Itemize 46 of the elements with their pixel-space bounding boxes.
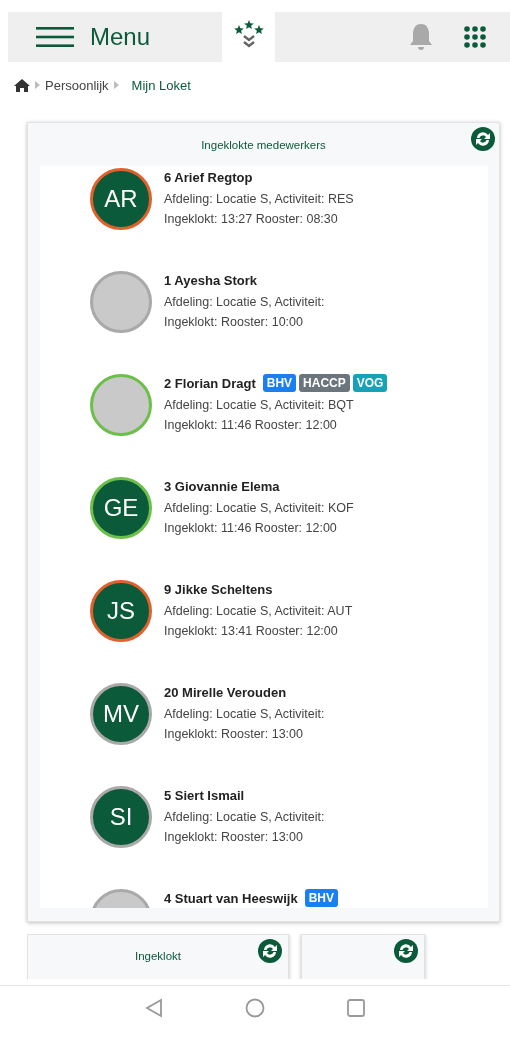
clock-times-text: Ingeklokt: 11:46 Rooster: 12:00 [164,418,338,432]
employee-name: 1 Ayesha Stork [164,272,257,288]
employee-name: 3 Giovannie Elema [164,478,280,494]
menu-button[interactable]: Menu [36,23,151,51]
avatar: MV [90,683,152,745]
back-icon[interactable] [145,998,163,1018]
avatar: GE [90,477,152,539]
employee-name: 6 Arief Regtop [164,169,253,185]
tag-badge: BHV [262,374,297,392]
employee-name: 4 Stuart van Heeswijk [164,890,298,906]
employee-name: 9 Jikke Scheltens [164,581,273,597]
tag-badge: HACCP [299,374,350,392]
breadcrumb-link[interactable]: Persoonlijk [45,77,109,93]
clock-times-text: Ingeklokt: Rooster: 13:00 [164,830,304,844]
apps-grid-icon[interactable] [464,26,486,48]
refresh-icon[interactable] [258,939,282,963]
department-text: Afdeling: Locatie S, Activiteit: AUT [164,604,353,618]
recents-icon[interactable] [347,999,365,1017]
department-text: Afdeling: Locatie S, Activiteit: RES [164,192,354,206]
department-text: Afdeling: Locatie S, Activiteit: BQT [164,398,355,412]
avatar: AR [90,168,152,230]
clock-times-text: Ingeklokt: 11:46 Rooster: 12:00 [164,521,338,535]
separator-icon [35,81,40,89]
panel-title: Ingeklokt [135,950,181,962]
home-icon[interactable] [14,78,30,92]
employee-name: 20 Mirelle Verouden [164,684,287,700]
tag-badge: BHV [304,889,338,907]
separator-icon [113,81,119,89]
department-text: Afdeling: Locatie S, Activiteit: [164,810,325,824]
clock-times-text: Ingeklokt: Rooster: 13:00 [164,727,304,741]
department-text: Afdeling: Locatie S, Activiteit: KOF [164,501,354,515]
avatar: SI [90,786,152,848]
employee-name: 2 Florian Dragt [164,375,256,391]
breadcrumb-link[interactable]: Mijn Loket [131,77,191,93]
refresh-icon[interactable] [471,127,495,151]
department-text: Afdeling: Locatie S, Activiteit: [164,707,325,721]
refresh-icon[interactable] [394,939,418,963]
employee-name: 5 Siert Ismail [164,787,245,803]
avatar: JS [90,580,152,642]
panel-title: Ingeklokte medewerkers [201,138,326,151]
clock-times-text: Ingeklokt: 13:27 Rooster: 08:30 [164,212,339,226]
clock-times-text: Ingeklokt: 13:41 Rooster: 12:00 [164,624,339,638]
clock-times-text: Ingeklokt: Rooster: 10:00 [164,315,304,329]
department-text: Afdeling: Locatie S, Activiteit: [164,295,325,309]
tag-badge: VOG [352,374,388,392]
menu-icon [36,27,74,47]
